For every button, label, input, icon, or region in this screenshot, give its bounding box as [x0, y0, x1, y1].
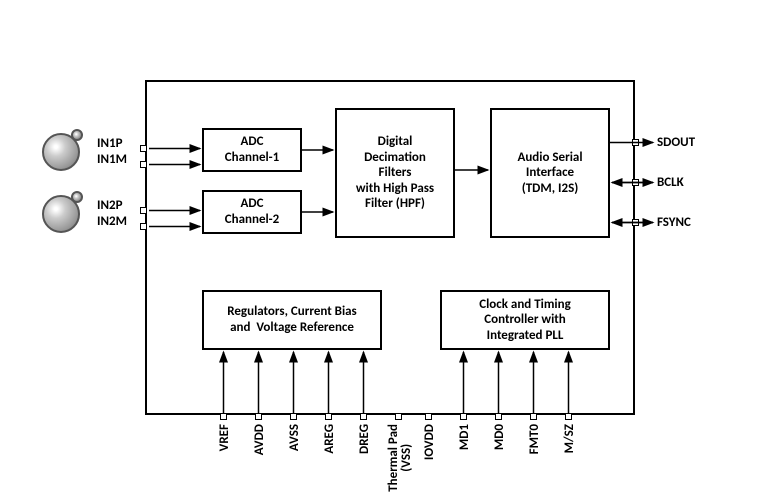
pin-vref	[220, 413, 227, 420]
label-dreg: DREG	[358, 424, 371, 454]
pin-md0	[495, 413, 502, 420]
pin-sdout	[632, 139, 639, 146]
label-md0: MD0	[493, 424, 506, 450]
pin-in1m	[140, 161, 147, 168]
mic2-head-icon	[71, 191, 83, 203]
pin-in2p	[140, 207, 147, 214]
block-regulators: Regulators, Current Bias and Voltage Ref…	[202, 290, 382, 350]
label-md1: MD1	[458, 424, 471, 450]
pin-areg	[325, 413, 332, 420]
pin-avdd	[255, 413, 262, 420]
label-in2m: IN2M	[97, 214, 127, 230]
label-sdout: SDOUT	[657, 135, 695, 151]
block-decimation: Digital Decimation Filters with High Pas…	[335, 108, 455, 238]
label-in2p: IN2P	[97, 198, 123, 214]
pin-fmt0	[530, 413, 537, 420]
block-serial: Audio Serial Interface (TDM, I2S)	[490, 108, 610, 238]
pin-bclk	[632, 179, 639, 186]
block-adc2: ADC Channel-2	[202, 190, 302, 234]
block-adc1: ADC Channel-1	[202, 128, 302, 172]
block-clock: Clock and Timing Controller with Integra…	[440, 290, 610, 350]
pin-iovdd	[425, 413, 432, 420]
label-in1p: IN1P	[97, 136, 123, 152]
mic1-head-icon	[71, 129, 83, 141]
label-in1m: IN1M	[97, 152, 127, 168]
label-avss: AVSS	[288, 424, 301, 451]
pin-fsync	[632, 219, 639, 226]
label-vref: VREF	[218, 424, 231, 451]
pin-msz	[565, 413, 572, 420]
label-avdd: AVDD	[253, 424, 266, 455]
label-bclk: BCLK	[657, 175, 684, 191]
pin-in2m	[140, 223, 147, 230]
pin-dreg	[360, 413, 367, 420]
label-msz: M/SZ	[563, 424, 576, 453]
pin-md1	[460, 413, 467, 420]
label-fsync: FSYNC	[657, 215, 691, 231]
label-fmt0: FMT0	[528, 424, 541, 454]
label-areg: AREG	[323, 424, 336, 454]
pin-thermal	[395, 413, 402, 420]
label-thermal: Thermal Pad (VSS)	[387, 424, 413, 492]
label-iovdd: IOVDD	[423, 424, 436, 460]
pin-in1p	[140, 145, 147, 152]
pin-avss	[290, 413, 297, 420]
diagram-canvas: IN1P IN1M IN2P IN2M ADC Channel-1 ADC Ch…	[0, 0, 768, 503]
